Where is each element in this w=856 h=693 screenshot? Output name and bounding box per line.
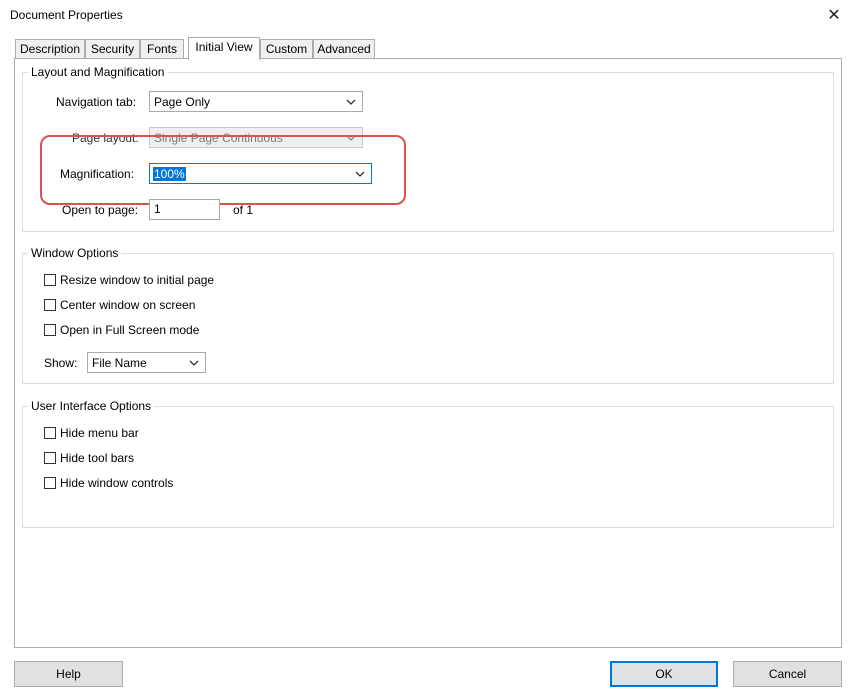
center-window-label: Center window on screen: [60, 298, 196, 312]
ui-options-group: User Interface Options: [22, 399, 834, 528]
hide-menu-bar-checkbox[interactable]: Hide menu bar: [44, 426, 139, 440]
close-icon[interactable]: ✕: [820, 4, 848, 28]
show-label: Show:: [44, 356, 78, 370]
magnification-label: Magnification:: [60, 167, 135, 181]
navigation-tab-select[interactable]: Page Only: [149, 91, 363, 112]
tab-security[interactable]: Security: [85, 39, 140, 58]
full-screen-label: Open in Full Screen mode: [60, 323, 200, 337]
resize-window-checkbox[interactable]: Resize window to initial page: [44, 273, 214, 287]
checkbox-box[interactable]: [44, 427, 56, 439]
checkbox-box[interactable]: [44, 324, 56, 336]
tab-advanced[interactable]: Advanced: [313, 39, 375, 58]
chevron-down-icon: [189, 360, 199, 366]
open-to-page-label: Open to page:: [62, 203, 139, 217]
checkbox-box[interactable]: [44, 477, 56, 489]
window-options-legend: Window Options: [28, 246, 122, 260]
tab-custom[interactable]: Custom: [260, 39, 313, 58]
magnification-select[interactable]: 100%: [149, 163, 372, 184]
help-button[interactable]: Help: [14, 661, 123, 687]
show-value: File Name: [92, 356, 147, 370]
cancel-button[interactable]: Cancel: [733, 661, 842, 687]
navigation-tab-label: Navigation tab:: [56, 95, 137, 109]
full-screen-checkbox[interactable]: Open in Full Screen mode: [44, 323, 199, 337]
navigation-tab-value: Page Only: [154, 95, 211, 109]
window-title: Document Properties: [10, 8, 123, 22]
checkbox-box[interactable]: [44, 299, 56, 311]
open-to-page-value: 1: [154, 202, 161, 216]
tab-fonts[interactable]: Fonts: [140, 39, 184, 58]
hide-tool-bars-checkbox[interactable]: Hide tool bars: [44, 451, 134, 465]
hide-tool-bars-label: Hide tool bars: [60, 451, 135, 465]
title-bar: Document Properties ✕: [0, 0, 856, 32]
tab-description[interactable]: Description: [15, 39, 85, 58]
magnification-value: 100%: [153, 167, 186, 181]
tab-initial-view[interactable]: Initial View: [188, 37, 260, 60]
open-to-page-input[interactable]: 1: [149, 199, 220, 220]
hide-menu-bar-label: Hide menu bar: [60, 426, 139, 440]
ui-options-legend: User Interface Options: [28, 399, 155, 413]
ok-button[interactable]: OK: [610, 661, 718, 687]
hide-window-controls-checkbox[interactable]: Hide window controls: [44, 476, 173, 490]
center-window-checkbox[interactable]: Center window on screen: [44, 298, 195, 312]
layout-magnification-legend: Layout and Magnification: [28, 65, 168, 79]
hide-window-controls-label: Hide window controls: [60, 476, 174, 490]
chevron-down-icon: [355, 171, 365, 177]
page-count: of 1: [233, 203, 254, 217]
checkbox-box[interactable]: [44, 274, 56, 286]
checkbox-box[interactable]: [44, 452, 56, 464]
resize-window-label: Resize window to initial page: [60, 273, 215, 287]
chevron-down-icon: [346, 99, 356, 105]
show-select[interactable]: File Name: [87, 352, 206, 373]
